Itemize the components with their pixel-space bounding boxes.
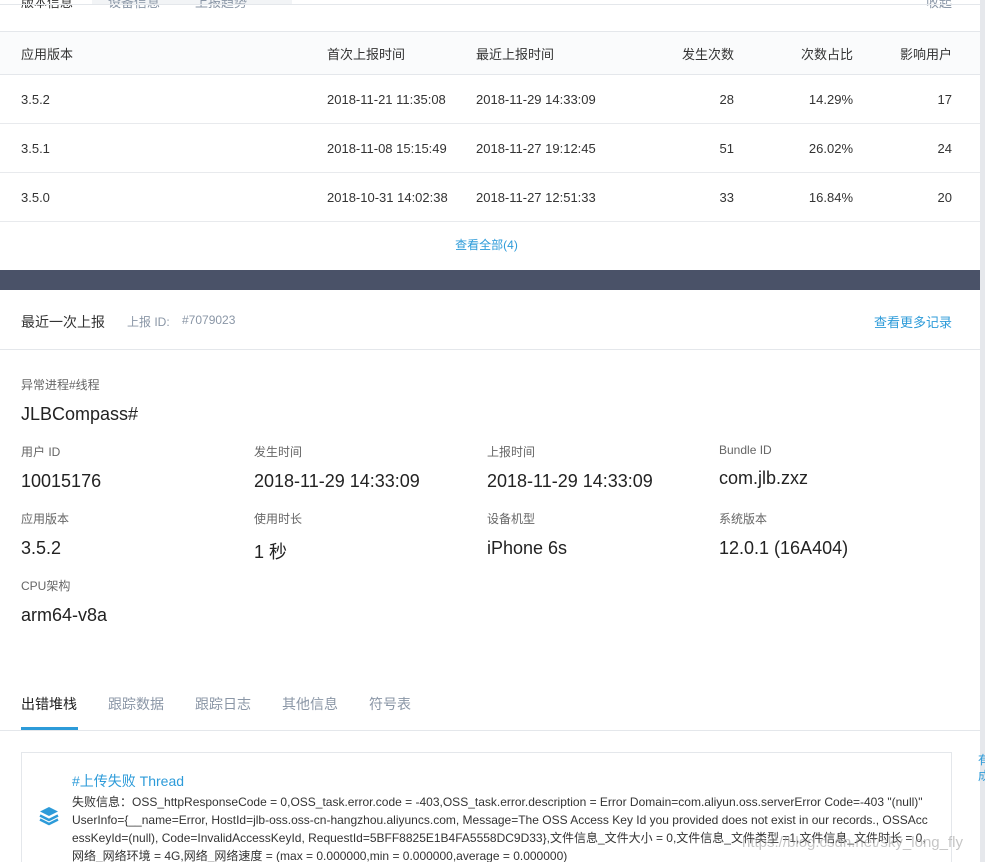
section-separator-band [0, 270, 980, 290]
tab-symbol-table[interactable]: 符号表 [369, 694, 411, 714]
tab-other-info[interactable]: 其他信息 [282, 694, 338, 714]
layers-icon [38, 805, 60, 827]
field-label: 应用版本 [21, 512, 70, 526]
field-cpu-arch: CPU架构 arm64-v8a [21, 577, 107, 626]
cell-users: 20 [853, 172, 980, 222]
field-occur-time: 发生时间 2018-11-29 14:33:09 [254, 443, 420, 492]
field-app-version: 应用版本 3.5.2 [21, 510, 69, 559]
cell-ratio: 26.02% [734, 123, 853, 173]
field-label: 异常进程#线程 [21, 378, 100, 392]
table-header-row: 应用版本 首次上报时间 最近上报时间 发生次数 次数占比 影响用户 [0, 31, 980, 75]
field-label: 设备机型 [487, 512, 536, 526]
latest-report-section: 最近一次上报 上报 ID: #7079023 查看更多记录 异常进程#线程 JL… [0, 290, 980, 862]
field-label: Bundle ID [719, 443, 772, 457]
field-value: 1 秒 [254, 542, 288, 562]
header-first-report[interactable]: 首次上报时间 [327, 31, 476, 75]
field-process: 异常进程#线程 JLBCompass# [21, 376, 138, 425]
field-label: 使用时长 [254, 512, 303, 526]
cell-users: 24 [853, 123, 980, 173]
field-user-id: 用户 ID 10015176 [21, 443, 101, 492]
table-row[interactable]: 3.5.1 2018-11-08 15:15:49 2018-11-27 19:… [0, 123, 980, 173]
header-app-version[interactable]: 应用版本 [0, 31, 327, 75]
cell-first-report: 2018-11-21 11:35:08 [327, 74, 476, 124]
report-header: 最近一次上报 上报 ID: #7079023 查看更多记录 [0, 290, 980, 350]
stack-message: 失败信息：OSS_httpResponseCode = 0,OSS_task.e… [72, 795, 928, 862]
cell-last-report: 2018-11-27 12:51:33 [476, 172, 676, 222]
cell-count: 28 [676, 74, 734, 124]
field-value: JLBCompass# [21, 404, 139, 424]
field-usage-duration: 使用时长 1 秒 [254, 510, 302, 564]
field-device-model: 设备机型 iPhone 6s [487, 510, 567, 559]
header-affected-users[interactable]: 影响用户 [853, 31, 980, 75]
watermark: https://blog.csdn.net/sky_long_fly [742, 834, 963, 851]
field-os-version: 系统版本 12.0.1 (16A404) [719, 510, 848, 559]
table-row[interactable]: 3.5.2 2018-11-21 11:35:08 2018-11-29 14:… [0, 74, 980, 124]
header-last-report[interactable]: 最近上报时间 [476, 31, 676, 75]
field-label: 发生时间 [254, 445, 303, 459]
divider [0, 4, 980, 5]
field-value: arm64-v8a [21, 605, 108, 625]
field-report-time: 上报时间 2018-11-29 14:33:09 [487, 443, 653, 492]
tab-version-info[interactable]: 版本信息 [21, 0, 73, 11]
right-edge-text: 有 成 [978, 753, 985, 783]
field-value: 2018-11-29 14:33:09 [254, 471, 420, 491]
cell-last-report: 2018-11-27 19:12:45 [476, 123, 676, 173]
header-count[interactable]: 发生次数 [676, 31, 734, 75]
field-bundle-id: Bundle ID com.jlb.zxz [719, 443, 808, 489]
field-label: CPU架构 [21, 579, 71, 593]
field-label: 用户 ID [21, 445, 61, 459]
cell-first-report: 2018-11-08 15:15:49 [327, 123, 476, 173]
tab-error-stack[interactable]: 出错堆栈 [21, 694, 77, 714]
field-value: 2018-11-29 14:33:09 [487, 471, 653, 491]
right-edge-strip [980, 0, 985, 862]
tab-report-trend[interactable]: 上报趋势 [195, 0, 247, 11]
view-more-records-link[interactable]: 查看更多记录 [874, 312, 952, 331]
field-value: 12.0.1 (16A404) [719, 538, 849, 558]
version-info-card: 版本信息 设备信息 上报趋势 收起 应用版本 首次上报时间 最近上报时间 发生次… [0, 0, 980, 270]
field-value: iPhone 6s [487, 538, 568, 558]
cell-first-report: 2018-10-31 14:02:38 [327, 172, 476, 222]
cell-last-report: 2018-11-29 14:33:09 [476, 74, 676, 124]
versions-table: 应用版本 首次上报时间 最近上报时间 发生次数 次数占比 影响用户 3.5.2 … [0, 31, 980, 222]
detail-tabs: 出错堆栈 跟踪数据 跟踪日志 其他信息 符号表 [0, 685, 980, 731]
report-title: 最近一次上报 [21, 314, 105, 330]
cell-ratio: 14.29% [734, 74, 853, 124]
cell-count: 51 [676, 123, 734, 173]
cell-version: 3.5.0 [0, 172, 327, 222]
view-all-versions-link[interactable]: 查看全部(4) [0, 236, 973, 253]
tab-trace-log[interactable]: 跟踪日志 [195, 694, 251, 714]
collapse-link[interactable]: 收起 [926, 0, 952, 11]
active-tab-indicator [21, 727, 78, 730]
field-value: 3.5.2 [21, 538, 62, 558]
report-id-label: 上报 ID: [127, 315, 170, 329]
field-value: 10015176 [21, 471, 102, 491]
header-ratio[interactable]: 次数占比 [734, 31, 853, 75]
cell-version: 3.5.1 [0, 123, 327, 173]
cell-ratio: 16.84% [734, 172, 853, 222]
field-value: com.jlb.zxz [719, 468, 809, 488]
stack-thread-title[interactable]: #上传失败 Thread [72, 771, 184, 791]
field-label: 系统版本 [719, 512, 768, 526]
cell-version: 3.5.2 [0, 74, 327, 124]
tab-device-info[interactable]: 设备信息 [108, 0, 160, 11]
cell-users: 17 [853, 74, 980, 124]
tab-trace-data[interactable]: 跟踪数据 [108, 694, 164, 714]
cell-count: 33 [676, 172, 734, 222]
field-label: 上报时间 [487, 445, 536, 459]
report-id-value: #7079023 [182, 313, 236, 327]
table-row[interactable]: 3.5.0 2018-10-31 14:02:38 2018-11-27 12:… [0, 172, 980, 222]
